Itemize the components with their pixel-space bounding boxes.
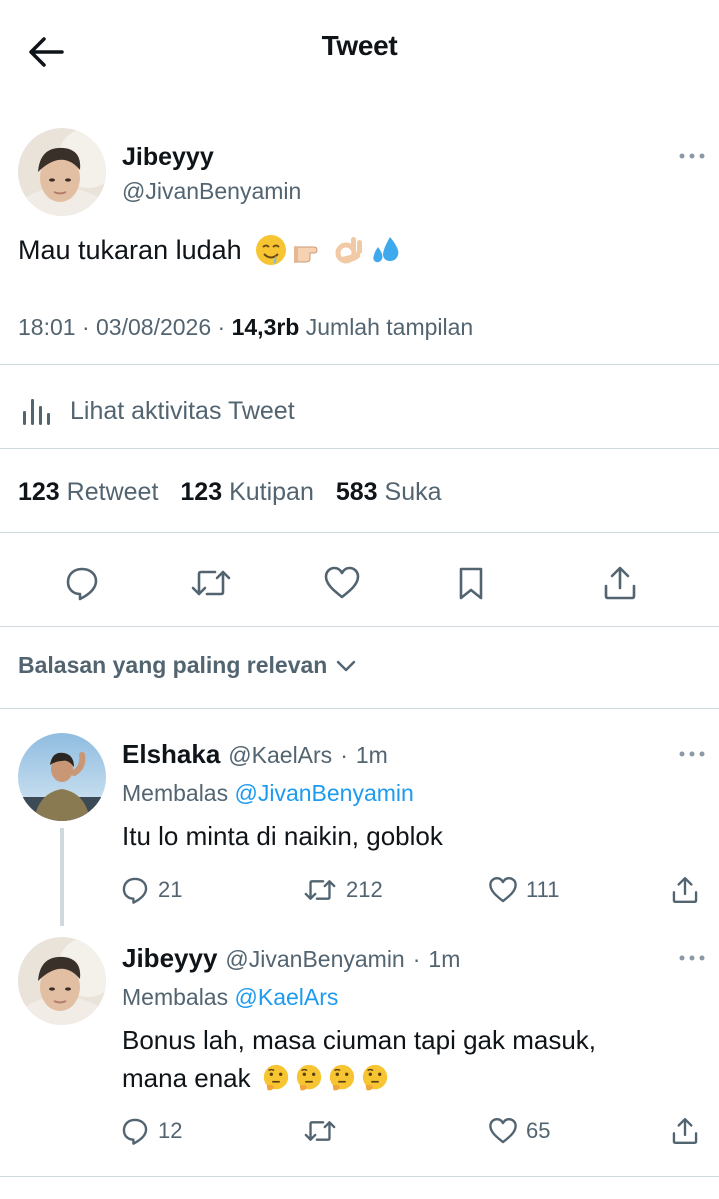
reply-count: 21 xyxy=(158,877,183,902)
share-icon xyxy=(604,566,636,600)
reply-count: 12 xyxy=(158,1118,183,1143)
reply-button[interactable] xyxy=(54,555,110,611)
reply-text-line2: mana enak xyxy=(122,1060,390,1096)
pointing-finger-emoji xyxy=(293,246,318,263)
replying-to: Membalas @KaelArs xyxy=(122,984,339,1010)
more-options-button[interactable] xyxy=(674,744,714,764)
analytics-icon xyxy=(23,399,50,425)
retweet-icon xyxy=(304,1121,336,1141)
views-count: 14,3rb xyxy=(231,314,300,340)
bookmark-icon xyxy=(459,567,483,600)
like-button[interactable] xyxy=(314,555,370,611)
divider xyxy=(0,448,719,449)
chevron-down-icon xyxy=(337,660,356,671)
thinking-face-emoji xyxy=(296,1064,321,1091)
avatar[interactable] xyxy=(18,937,106,1025)
retweet-button[interactable] xyxy=(302,1109,346,1153)
reply-icon xyxy=(122,1118,148,1145)
retweet-button[interactable] xyxy=(183,555,239,611)
thinking-face-emoji xyxy=(329,1064,354,1091)
reply-author-name[interactable]: Jibeyyy xyxy=(122,943,217,974)
tweet-stats: 123 Retweet 123 Kutipan 583 Suka xyxy=(18,478,442,507)
divider xyxy=(0,708,719,709)
divider xyxy=(0,532,719,533)
heart-icon xyxy=(489,1117,517,1144)
retweet-icon xyxy=(304,880,336,900)
sweat-droplets-emoji xyxy=(372,237,398,263)
thinking-face-emoji xyxy=(362,1064,387,1091)
replying-to: Membalas @JivanBenyamin xyxy=(122,780,414,806)
share-button[interactable] xyxy=(670,1109,700,1153)
thinking-face-emoji xyxy=(263,1064,288,1091)
reply-time[interactable]: 1m xyxy=(356,742,388,769)
tweet-meta: 18:01 · 03/08/2026 · 14,3rb Jumlah tampi… xyxy=(18,314,474,340)
reply-author-handle[interactable]: @JivanBenyamin xyxy=(225,946,404,973)
retweet-icon xyxy=(191,570,231,596)
share-button[interactable] xyxy=(670,868,700,912)
heart-icon xyxy=(324,566,360,599)
reply-button[interactable]: 12 xyxy=(120,1109,182,1153)
reply-header: Elshaka @KaelArs · 1m xyxy=(122,739,388,770)
ok-hand-emoji xyxy=(335,237,362,264)
drooling-face-emoji xyxy=(255,235,286,265)
author-name[interactable]: Jibeyyy xyxy=(122,143,214,172)
like-count: 111 xyxy=(526,877,560,902)
view-analytics-link[interactable]: Lihat aktivitas Tweet xyxy=(18,393,295,429)
tweet-text-content: Mau tukaran ludah xyxy=(18,234,242,265)
sort-replies-dropdown[interactable]: Balasan yang paling relevan xyxy=(18,652,357,679)
reply-text: Itu lo minta di naikin, goblok xyxy=(122,821,443,851)
reply-actions: 12 65 xyxy=(120,1109,710,1153)
reply-icon xyxy=(122,877,148,904)
more-dots-icon xyxy=(679,955,705,961)
reply-author-handle[interactable]: @KaelArs xyxy=(228,742,332,769)
divider xyxy=(0,626,719,627)
tweet-text: Mau tukaran ludah xyxy=(18,233,404,267)
heart-icon xyxy=(489,876,517,903)
like-button[interactable]: 65 xyxy=(488,1109,550,1153)
reply-time[interactable]: 1m xyxy=(428,946,460,973)
reply-text-line1: Bonus lah, masa ciuman tapi gak masuk, xyxy=(122,1025,597,1055)
retweet-count: 212 xyxy=(346,877,383,902)
bookmark-button[interactable] xyxy=(443,555,499,611)
avatar[interactable] xyxy=(18,733,106,821)
divider xyxy=(0,364,719,365)
more-dots-icon xyxy=(679,751,705,757)
quotes-stat[interactable]: 123 Kutipan xyxy=(180,478,313,507)
thread-line xyxy=(60,828,64,926)
share-icon xyxy=(672,876,698,904)
reply-actions: 21 212 111 xyxy=(120,868,710,912)
analytics-label: Lihat aktivitas Tweet xyxy=(70,396,295,425)
likes-stat[interactable]: 583 Suka xyxy=(336,478,442,507)
divider xyxy=(0,1176,719,1177)
page-title: Tweet xyxy=(321,30,398,61)
sort-label: Balasan yang paling relevan xyxy=(18,652,328,678)
share-icon xyxy=(672,1117,698,1145)
tweet-date[interactable]: 03/08/2026 xyxy=(96,314,211,340)
reply-icon xyxy=(66,567,98,601)
like-count: 65 xyxy=(526,1118,551,1143)
reply-button[interactable]: 21 xyxy=(120,868,182,912)
reply-author-name[interactable]: Elshaka xyxy=(122,739,220,770)
share-button[interactable] xyxy=(592,555,648,611)
retweet-button[interactable]: 212 xyxy=(302,868,383,912)
more-options-button[interactable] xyxy=(674,948,714,968)
author-handle[interactable]: @JivanBenyamin xyxy=(122,178,301,205)
views-label: Jumlah tampilan xyxy=(305,314,474,340)
avatar[interactable] xyxy=(18,128,106,216)
more-options-button[interactable] xyxy=(674,146,714,166)
retweets-stat[interactable]: 123 Retweet xyxy=(18,478,158,507)
tweet-actions xyxy=(0,555,719,611)
tweet-time[interactable]: 18:01 xyxy=(18,314,76,340)
replying-to-link[interactable]: @JivanBenyamin xyxy=(235,780,414,806)
more-dots-icon xyxy=(679,153,705,159)
replying-to-link[interactable]: @KaelArs xyxy=(235,984,339,1010)
like-button[interactable]: 111 xyxy=(488,868,559,912)
reply-header: Jibeyyy @JivanBenyamin · 1m xyxy=(122,943,461,974)
